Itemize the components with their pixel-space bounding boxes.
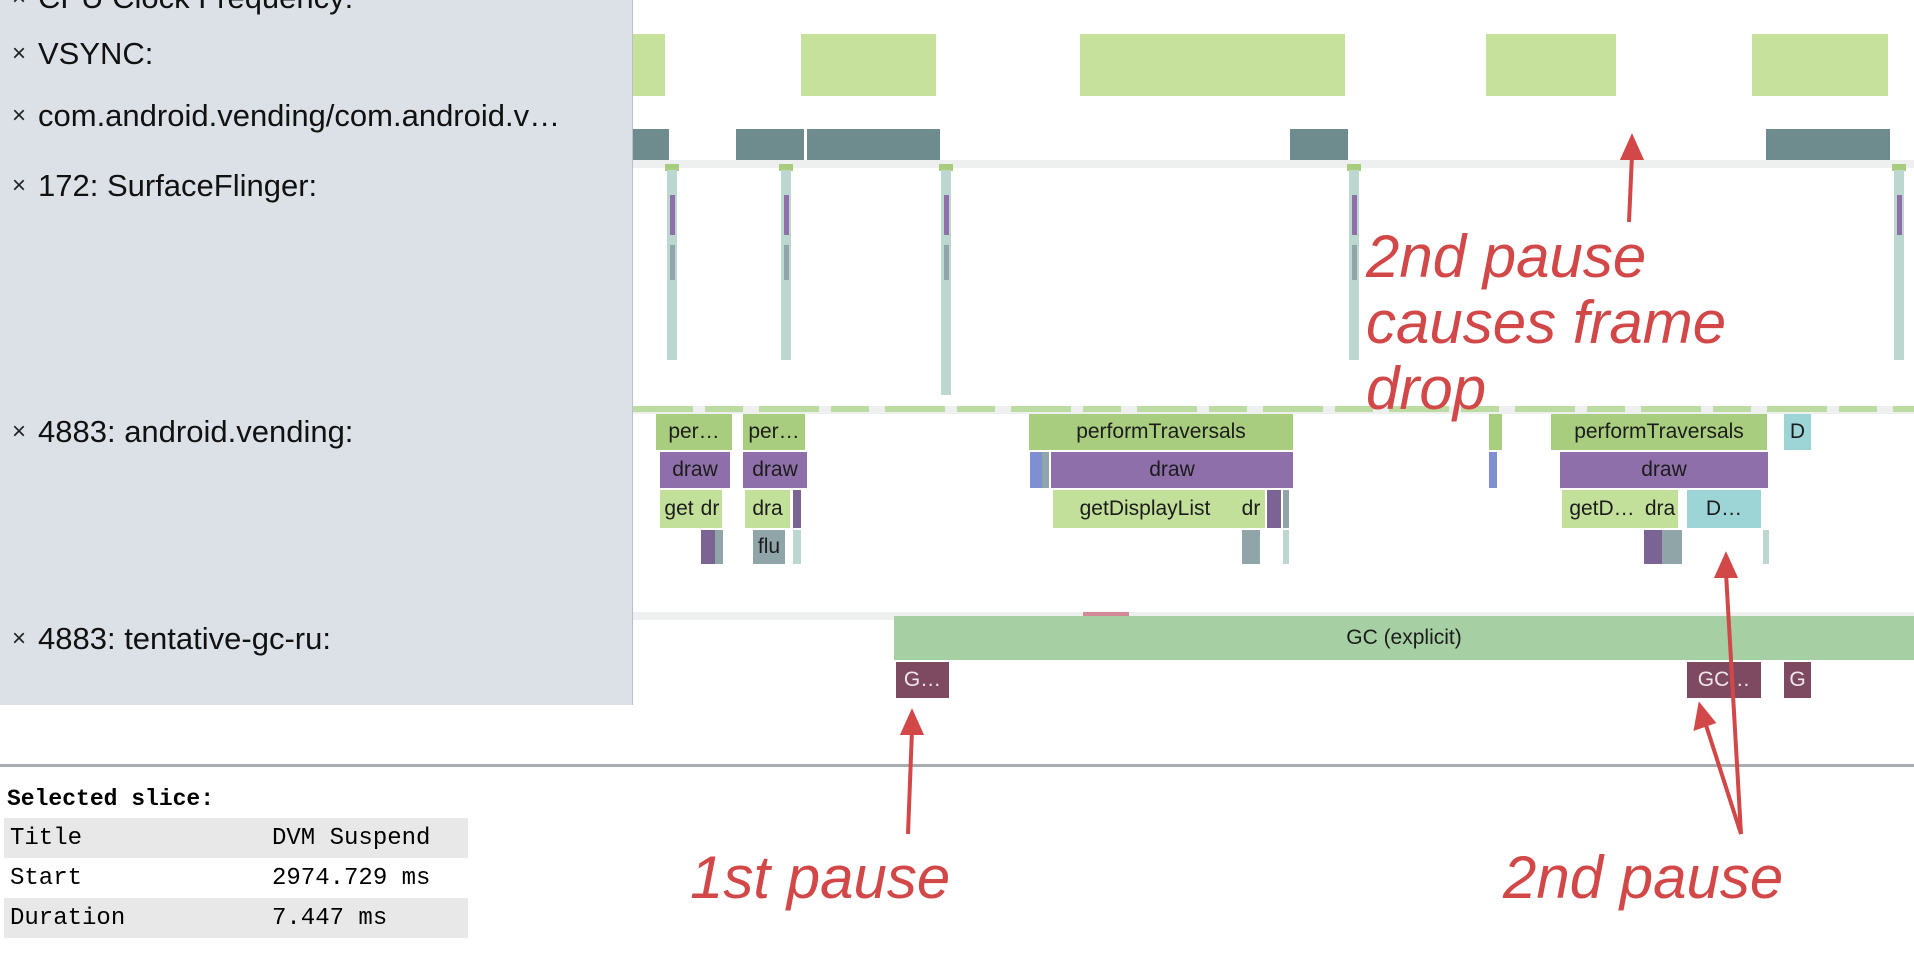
slice-small[interactable] [1489, 414, 1502, 450]
sf-slice[interactable] [784, 245, 789, 280]
slice-dr[interactable]: dr [1237, 490, 1265, 528]
track-row-vending-activity: × com.android.vending/com.android.v… [0, 96, 560, 136]
slice-small[interactable] [1283, 530, 1289, 564]
close-icon[interactable]: × [0, 418, 38, 446]
frame-block[interactable] [1290, 129, 1348, 160]
details-value: DVM Suspend [266, 818, 468, 858]
track-label: 4883: tentative-gc-ru: [38, 621, 331, 656]
slice-get-display-list[interactable]: getDisplayList [1053, 490, 1237, 528]
slice-draw[interactable]: draw [660, 452, 730, 488]
vsync-block[interactable] [1080, 34, 1345, 96]
cpu-marker [633, 406, 1914, 412]
slice-small[interactable] [1042, 452, 1049, 488]
selection-details-panel: Selected slice: Title DVM Suspend Start … [0, 768, 1914, 970]
sf-slice[interactable] [670, 195, 675, 235]
slice-perform-traversals[interactable]: performTraversals [1551, 414, 1767, 450]
track-row-vsync: × VSYNC: [0, 34, 153, 74]
details-value: 7.447 ms [266, 898, 468, 938]
track-label: 172: SurfaceFlinger: [38, 168, 318, 203]
track-label: VSYNC: [38, 36, 154, 71]
slice-gc-pause[interactable]: GC… [1687, 662, 1761, 698]
track-row-android-vending: × 4883: android.vending: [0, 412, 353, 452]
track-label: com.android.vending/com.android.v… [38, 98, 561, 133]
sf-slice[interactable] [784, 195, 789, 235]
slice-small[interactable] [793, 530, 801, 564]
slice-draw[interactable]: draw [1051, 452, 1293, 488]
slice-small[interactable] [1644, 530, 1662, 564]
track-label-panel: × CPU Clock Frequency: × VSYNC: × com.an… [0, 0, 633, 705]
slice-perform-traversals[interactable]: per… [656, 414, 732, 450]
slice-small[interactable] [715, 530, 723, 564]
close-icon[interactable]: × [0, 172, 38, 200]
vsync-block[interactable] [633, 34, 665, 96]
slice-small[interactable] [1030, 452, 1042, 488]
slice-perform-traversals[interactable]: performTraversals [1029, 414, 1293, 450]
slice-perform-traversals[interactable]: per… [743, 414, 805, 450]
details-header: Selected slice: [7, 786, 215, 812]
slice-getd[interactable]: getD… [1562, 490, 1642, 528]
details-value: 2974.729 ms [272, 864, 431, 892]
close-icon[interactable]: × [0, 0, 38, 12]
slice-small[interactable] [1763, 530, 1769, 564]
details-key: Title [4, 818, 266, 858]
details-key: Duration [4, 898, 266, 938]
vsync-block[interactable] [1486, 34, 1616, 96]
details-row: Title DVM Suspend [4, 818, 468, 858]
vsync-block[interactable] [1752, 34, 1888, 96]
trace-timeline[interactable]: per… per… performTraversals performTrave… [633, 0, 1914, 765]
slice-small[interactable] [1242, 530, 1260, 564]
details-divider[interactable] [0, 764, 1914, 767]
slice-small[interactable] [1662, 530, 1682, 564]
track-label: CPU Clock Frequency: [38, 0, 353, 16]
close-icon[interactable]: × [0, 625, 38, 653]
sf-slice[interactable] [944, 245, 949, 280]
slice-dra[interactable]: dra [745, 490, 790, 528]
track-row-surfaceflinger: × 172: SurfaceFlinger: [0, 166, 317, 206]
sf-slice[interactable] [944, 195, 949, 235]
vsync-block[interactable] [801, 34, 936, 96]
details-row: Duration 7.447 ms [4, 898, 468, 938]
frame-block[interactable] [633, 129, 669, 160]
details-table: Title DVM Suspend Start 2974.729 ms Dura… [4, 818, 468, 938]
track-label: 4883: android.vending: [38, 414, 354, 449]
slice-dr[interactable]: dr [698, 490, 722, 528]
track-row-tentative-gc: × 4883: tentative-gc-ru: [0, 619, 331, 659]
slice-gc-pause[interactable]: G… [896, 662, 949, 698]
track-divider [633, 160, 1914, 168]
slice-d[interactable]: D [1784, 414, 1811, 450]
slice-flu[interactable]: flu [753, 530, 785, 564]
slice-gc-pause[interactable]: G [1784, 662, 1811, 698]
close-icon[interactable]: × [0, 40, 38, 68]
frame-block[interactable] [1766, 129, 1890, 160]
sf-slice[interactable] [1897, 195, 1902, 235]
frame-block[interactable] [736, 129, 804, 160]
slice-get[interactable]: get [660, 490, 698, 528]
sf-slice[interactable] [670, 245, 675, 280]
slice-draw[interactable]: draw [743, 452, 807, 488]
slice-dra[interactable]: dra [1642, 490, 1678, 528]
slice-small[interactable] [1283, 490, 1289, 528]
close-icon[interactable]: × [0, 102, 38, 130]
slice-small[interactable] [1267, 490, 1281, 528]
sf-slice[interactable] [1352, 245, 1357, 280]
details-key: Start [10, 864, 83, 892]
slice-small[interactable] [1489, 452, 1497, 488]
slice-small[interactable] [793, 490, 801, 528]
track-row-cpu-clock: × CPU Clock Frequency: [0, 0, 353, 18]
frame-block[interactable] [807, 129, 940, 160]
slice-small[interactable] [701, 530, 715, 564]
sf-slice[interactable] [1352, 195, 1357, 235]
slice-draw[interactable]: draw [1560, 452, 1768, 488]
slice-gc-explicit[interactable]: GC (explicit) [894, 616, 1914, 660]
slice-d-cyan[interactable]: D… [1687, 490, 1761, 528]
details-row: Start 2974.729 ms [4, 858, 468, 898]
